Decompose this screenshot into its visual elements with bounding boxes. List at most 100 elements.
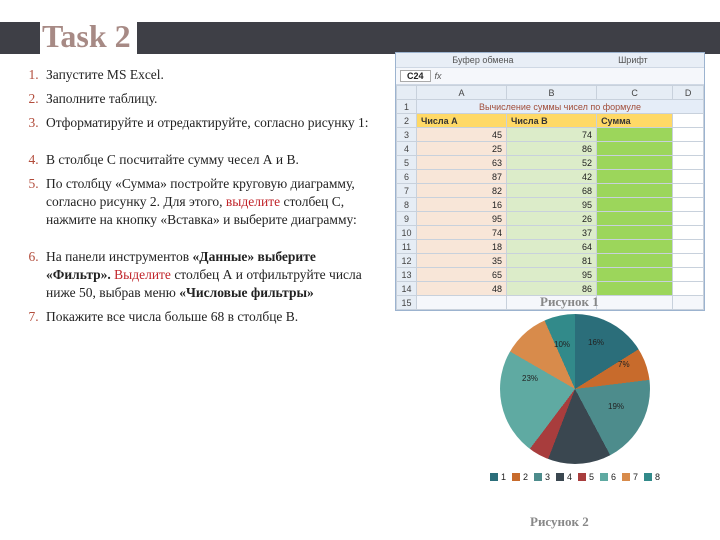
cell: 26 xyxy=(507,212,597,226)
slice-label: 23% xyxy=(522,374,538,383)
cell: 25 xyxy=(417,142,507,156)
row-header: 14 xyxy=(397,282,417,296)
col-title: Сумма xyxy=(597,114,673,128)
cell xyxy=(597,184,673,198)
cell xyxy=(597,282,673,296)
row-header: 9 xyxy=(397,212,417,226)
cell xyxy=(597,226,673,240)
col-title: Числа В xyxy=(507,114,597,128)
cell xyxy=(597,156,673,170)
cell: 95 xyxy=(507,268,597,282)
row-header: 6 xyxy=(397,170,417,184)
task-list: Запустите MS Excel. Заполните таблицу. О… xyxy=(20,66,380,332)
legend-label: 1 xyxy=(501,472,506,482)
cell xyxy=(673,268,704,282)
cell: 68 xyxy=(507,184,597,198)
col-header: B xyxy=(507,86,597,100)
cell xyxy=(673,128,704,142)
title-row: Вычисление суммы чисел по формуле xyxy=(417,100,704,114)
cell: 81 xyxy=(507,254,597,268)
slice-label: 10% xyxy=(554,340,570,349)
cell xyxy=(673,254,704,268)
highlight: Выделите xyxy=(114,267,171,282)
row-header: 12 xyxy=(397,254,417,268)
text: На панели инструментов xyxy=(46,249,193,264)
cell xyxy=(597,212,673,226)
pie-legend: 1 2 3 4 5 6 7 8 xyxy=(470,472,680,482)
col-header: C xyxy=(597,86,673,100)
cell: 45 xyxy=(417,128,507,142)
cell: 52 xyxy=(507,156,597,170)
cell xyxy=(673,296,704,310)
task-item-7: Покажите все числа больше 68 в столбце В… xyxy=(42,308,380,326)
task-item-4: В столбце С посчитайте сумму чесел А и В… xyxy=(42,151,380,169)
excel-figure: Буфер обмена Шрифт C24 fx A B C D 1 Вычи… xyxy=(395,52,705,311)
cell: 86 xyxy=(507,142,597,156)
cell: 16 xyxy=(417,198,507,212)
figure2: 16% 7% 19% 23% 10% 1 2 3 4 5 6 7 8 xyxy=(470,314,680,482)
col-header: D xyxy=(673,86,704,100)
legend-label: 8 xyxy=(655,472,660,482)
slice-label: 7% xyxy=(618,360,630,369)
legend-label: 5 xyxy=(589,472,594,482)
cell: 95 xyxy=(417,212,507,226)
row-header: 1 xyxy=(397,100,417,114)
cell xyxy=(597,170,673,184)
cell xyxy=(673,240,704,254)
cell xyxy=(597,254,673,268)
row-header: 3 xyxy=(397,128,417,142)
legend-label: 4 xyxy=(567,472,572,482)
legend-label: 2 xyxy=(523,472,528,482)
row-header: 11 xyxy=(397,240,417,254)
slide: Task 2 Запустите MS Excel. Заполните таб… xyxy=(0,0,720,540)
fx-icon: fx xyxy=(435,71,442,81)
cell xyxy=(673,142,704,156)
legend-item: 5 xyxy=(578,472,594,482)
cell: 64 xyxy=(507,240,597,254)
legend-label: 6 xyxy=(611,472,616,482)
cell xyxy=(597,296,673,310)
excel-ribbon: Буфер обмена Шрифт xyxy=(396,53,704,68)
cell: 35 xyxy=(417,254,507,268)
cell xyxy=(673,226,704,240)
task-title: Task 2 xyxy=(40,18,137,57)
ribbon-group: Буфер обмена xyxy=(452,55,513,65)
col-header: A xyxy=(417,86,507,100)
legend-item: 3 xyxy=(534,472,550,482)
cell xyxy=(673,198,704,212)
col-title: Числа А xyxy=(417,114,507,128)
legend-item: 4 xyxy=(556,472,572,482)
pie-chart: 16% 7% 19% 23% 10% xyxy=(500,314,650,464)
cell xyxy=(673,114,704,128)
cell xyxy=(673,282,704,296)
cell xyxy=(597,198,673,212)
task-item-1: Запустите MS Excel. xyxy=(42,66,380,84)
cell: 18 xyxy=(417,240,507,254)
ribbon-group: Шрифт xyxy=(618,55,648,65)
cell: 74 xyxy=(417,226,507,240)
figure2-caption: Рисунок 2 xyxy=(530,514,589,530)
legend-item: 8 xyxy=(644,472,660,482)
cell: 95 xyxy=(507,198,597,212)
cell: 37 xyxy=(507,226,597,240)
spreadsheet: A B C D 1 Вычисление суммы чисел по форм… xyxy=(396,85,704,310)
row-header: 2 xyxy=(397,114,417,128)
legend-item: 7 xyxy=(622,472,638,482)
figure1-caption: Рисунок 1 xyxy=(540,294,599,310)
task-item-2: Заполните таблицу. xyxy=(42,90,380,108)
cell xyxy=(597,268,673,282)
excel-namebox-row: C24 fx xyxy=(396,68,704,85)
legend-item: 2 xyxy=(512,472,528,482)
row-header: 15 xyxy=(397,296,417,310)
slice-label: 19% xyxy=(608,402,624,411)
legend-label: 7 xyxy=(633,472,638,482)
row-header: 10 xyxy=(397,226,417,240)
highlight: выделите xyxy=(226,194,280,209)
name-box: C24 xyxy=(400,70,431,82)
slice-label: 16% xyxy=(588,338,604,347)
cell: 65 xyxy=(417,268,507,282)
cell: 74 xyxy=(507,128,597,142)
cell xyxy=(673,170,704,184)
legend-label: 3 xyxy=(545,472,550,482)
legend-item: 6 xyxy=(600,472,616,482)
